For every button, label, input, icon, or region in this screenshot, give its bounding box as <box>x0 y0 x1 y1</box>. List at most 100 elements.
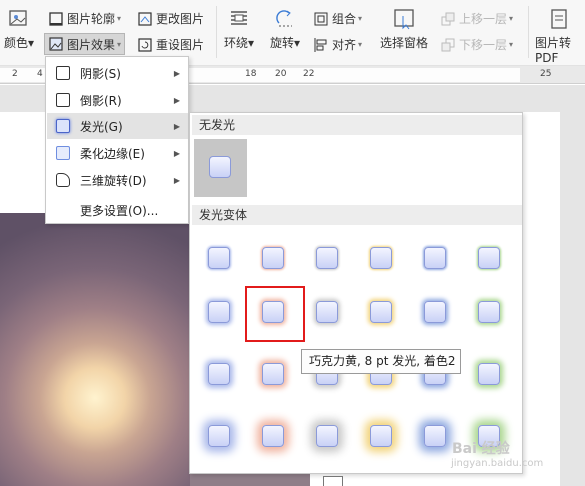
menu-item-3d-rotation[interactable]: 三维旋转(D) ▶ <box>47 167 188 193</box>
selection-pane-button[interactable]: 选择窗格 <box>380 8 428 51</box>
glow-preview-icon <box>370 425 392 447</box>
glow-preview-icon <box>316 247 338 269</box>
picture-effects-button[interactable]: 图片效果 ▾ <box>44 33 126 55</box>
submenu-arrow-icon: ▶ <box>173 95 180 105</box>
glow-variant-option[interactable] <box>470 239 508 277</box>
change-picture-button[interactable]: 更改图片 <box>137 10 204 27</box>
change-picture-label: 更改图片 <box>156 12 205 26</box>
ruler-tick: 4 <box>37 69 43 79</box>
send-backward-icon <box>440 37 456 53</box>
watermark-logo: Bai 经验 <box>452 441 510 457</box>
color-button[interactable]: 颜色▾ <box>4 8 34 51</box>
glow-preview-icon <box>209 156 231 178</box>
wrap-button[interactable]: 环绕▾ <box>224 8 254 51</box>
picture-to-pdf-button[interactable]: 图片转PDF <box>535 8 585 65</box>
watermark-url: jingyan.baidu.com <box>451 458 544 469</box>
picture-to-pdf-label: 图片转PDF <box>535 36 572 65</box>
glow-variant-option[interactable] <box>416 239 454 277</box>
menu-item-soft-edges[interactable]: 柔化边缘(E) ▶ <box>47 140 188 166</box>
glow-preview-icon <box>424 425 446 447</box>
reset-picture-button[interactable]: 重设图片 <box>137 36 204 53</box>
glow-variant-option[interactable] <box>308 239 346 277</box>
glow-variant-option[interactable] <box>470 293 508 331</box>
menu-item-label: 阴影(S) <box>80 66 121 81</box>
ribbon-separator <box>528 6 529 58</box>
glow-variant-option[interactable] <box>308 417 346 455</box>
glow-variant-option[interactable] <box>254 239 292 277</box>
glow-variant-option[interactable] <box>254 355 292 393</box>
glow-preview-icon <box>478 247 500 269</box>
selected-image[interactable] <box>0 213 190 486</box>
selection-pane-label: 选择窗格 <box>380 36 429 50</box>
glow-icon <box>56 119 70 133</box>
menu-item-label: 柔化边缘(E) <box>80 146 145 161</box>
glow-preview-icon <box>370 301 392 323</box>
glow-variant-option[interactable] <box>362 293 400 331</box>
change-picture-icon <box>137 11 153 27</box>
pdf-icon <box>549 8 571 30</box>
color-label: 颜色 <box>4 36 29 50</box>
bring-forward-label: 上移一层 <box>459 12 508 26</box>
menu-item-label: 三维旋转(D) <box>80 173 147 188</box>
glow-preview-icon <box>424 301 446 323</box>
menu-item-shadow[interactable]: 阴影(S) ▶ <box>47 60 188 86</box>
ruler-tick: 18 <box>245 69 257 79</box>
glow-preview-icon <box>208 363 230 385</box>
rotate-icon <box>274 8 296 30</box>
picture-effects-menu: 阴影(S) ▶ 倒影(R) ▶ 发光(G) ▶ 柔化边缘(E) ▶ 三维旋转(D… <box>45 56 189 224</box>
submenu-arrow-icon: ▶ <box>173 121 180 131</box>
glow-variant-option[interactable] <box>362 239 400 277</box>
glow-preview-icon <box>370 247 392 269</box>
effects-label: 图片效果 <box>67 37 116 52</box>
shadow-icon <box>56 66 70 80</box>
glow-variant-option[interactable] <box>200 239 238 277</box>
glow-variant-option[interactable] <box>200 293 238 331</box>
glow-preview-icon <box>262 247 284 269</box>
glow-variant-option[interactable] <box>254 417 292 455</box>
submenu-arrow-icon: ▶ <box>173 175 180 185</box>
menu-item-more-settings[interactable]: 更多设置(O)... <box>47 197 188 223</box>
glow-variant-option[interactable] <box>200 417 238 455</box>
glow-preview-icon <box>262 425 284 447</box>
menu-item-reflection[interactable]: 倒影(R) ▶ <box>47 87 188 113</box>
submenu-arrow-icon: ▶ <box>173 148 180 158</box>
ruler-tick: 25 <box>540 69 552 79</box>
menu-item-label: 发光(G) <box>80 119 123 134</box>
glow-gallery: 无发光 发光变体 <box>189 112 523 474</box>
glow-variant-option[interactable] <box>416 417 454 455</box>
group-button[interactable]: 组合 ▾ <box>313 10 362 27</box>
glow-preview-icon <box>478 301 500 323</box>
wrap-label: 环绕 <box>224 36 249 50</box>
glow-preview-icon <box>208 425 230 447</box>
rotate-button[interactable]: 旋转▾ <box>270 8 300 51</box>
menu-item-glow[interactable]: 发光(G) ▶ <box>47 113 188 139</box>
glow-variant-tooltip: 巧克力黄, 8 pt 发光, 着色2 <box>301 349 461 374</box>
no-glow-option[interactable] <box>194 139 247 197</box>
align-label: 对齐 <box>332 38 357 52</box>
glow-preview-icon <box>424 247 446 269</box>
effects-icon <box>48 36 64 52</box>
glow-variant-option[interactable] <box>416 293 454 331</box>
send-backward-button[interactable]: 下移一层 ▾ <box>440 36 513 53</box>
soft-edges-icon <box>56 146 70 160</box>
paste-options-icon[interactable] <box>323 476 343 486</box>
glow-variant-option[interactable] <box>200 355 238 393</box>
glow-variants-header: 发光变体 <box>192 205 522 225</box>
glow-variant-option[interactable] <box>308 293 346 331</box>
picture-outline-button[interactable]: 图片轮廓 ▾ <box>48 10 121 27</box>
bring-forward-icon <box>440 11 456 27</box>
rotate-label: 旋转 <box>270 36 295 50</box>
glow-variant-option[interactable] <box>470 355 508 393</box>
reset-picture-label: 重设图片 <box>156 38 205 52</box>
glow-preview-icon <box>262 363 284 385</box>
glow-preview-icon <box>208 247 230 269</box>
bring-forward-button[interactable]: 上移一层 ▾ <box>440 10 513 27</box>
3d-rotation-icon <box>56 173 70 187</box>
align-button[interactable]: 对齐 ▾ <box>313 36 362 53</box>
outline-label: 图片轮廓 <box>67 12 116 26</box>
ruler-tick: 2 <box>12 69 18 79</box>
glow-variant-option[interactable] <box>362 417 400 455</box>
glow-preview-icon <box>316 301 338 323</box>
selected-image-edge <box>190 473 310 486</box>
menu-item-label: 更多设置(O)... <box>80 203 159 218</box>
